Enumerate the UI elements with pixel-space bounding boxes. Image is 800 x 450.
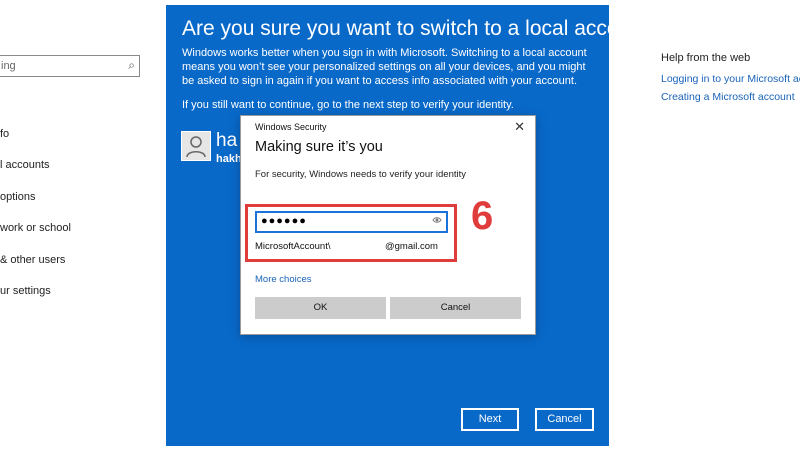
nav-item-sync-settings[interactable]: ur settings	[0, 285, 51, 297]
search-placeholder: ing	[1, 60, 16, 72]
next-button[interactable]: Next	[461, 408, 519, 431]
user-avatar-icon	[181, 131, 211, 161]
nav-item-sign-in-options[interactable]: options	[0, 191, 35, 203]
password-highlight-box	[245, 204, 457, 262]
settings-left-pane: ing ⌕ fo l accounts options work or scho…	[0, 0, 150, 450]
help-link-logging-in[interactable]: Logging in to your Microsoft account	[661, 73, 800, 85]
ok-button[interactable]: OK	[255, 297, 386, 319]
nav-item-your-info[interactable]: fo	[0, 128, 9, 140]
wizard-cancel-button[interactable]: Cancel	[535, 408, 594, 431]
nav-item-family-other-users[interactable]: & other users	[0, 254, 65, 266]
search-icon[interactable]: ⌕	[128, 58, 135, 73]
help-link-creating-account[interactable]: Creating a Microsoft account	[661, 91, 795, 103]
security-dialog-caption: Windows Security	[255, 122, 327, 132]
settings-search-box[interactable]: ing ⌕	[0, 55, 140, 77]
security-dialog-heading: Making sure it’s you	[255, 139, 383, 155]
dialog-title: Are you sure you want to switch to a loc…	[182, 17, 660, 40]
step-number: 6	[471, 194, 494, 238]
continue-instructions: If you still want to continue, go to the…	[182, 99, 514, 111]
dialog-description: Windows works better when you sign in wi…	[182, 47, 587, 87]
security-dialog-message: For security, Windows needs to verify yo…	[255, 169, 467, 180]
nav-item-email-accounts[interactable]: l accounts	[0, 159, 50, 171]
nav-item-access-work-school[interactable]: work or school	[0, 222, 71, 234]
user-name: ha	[216, 130, 238, 151]
more-choices-link[interactable]: More choices	[255, 274, 312, 285]
security-cancel-button[interactable]: Cancel	[390, 297, 521, 319]
help-panel: Help from the web Logging in to your Mic…	[652, 0, 800, 450]
help-heading: Help from the web	[661, 52, 751, 64]
close-icon[interactable]: ✕	[514, 119, 525, 135]
